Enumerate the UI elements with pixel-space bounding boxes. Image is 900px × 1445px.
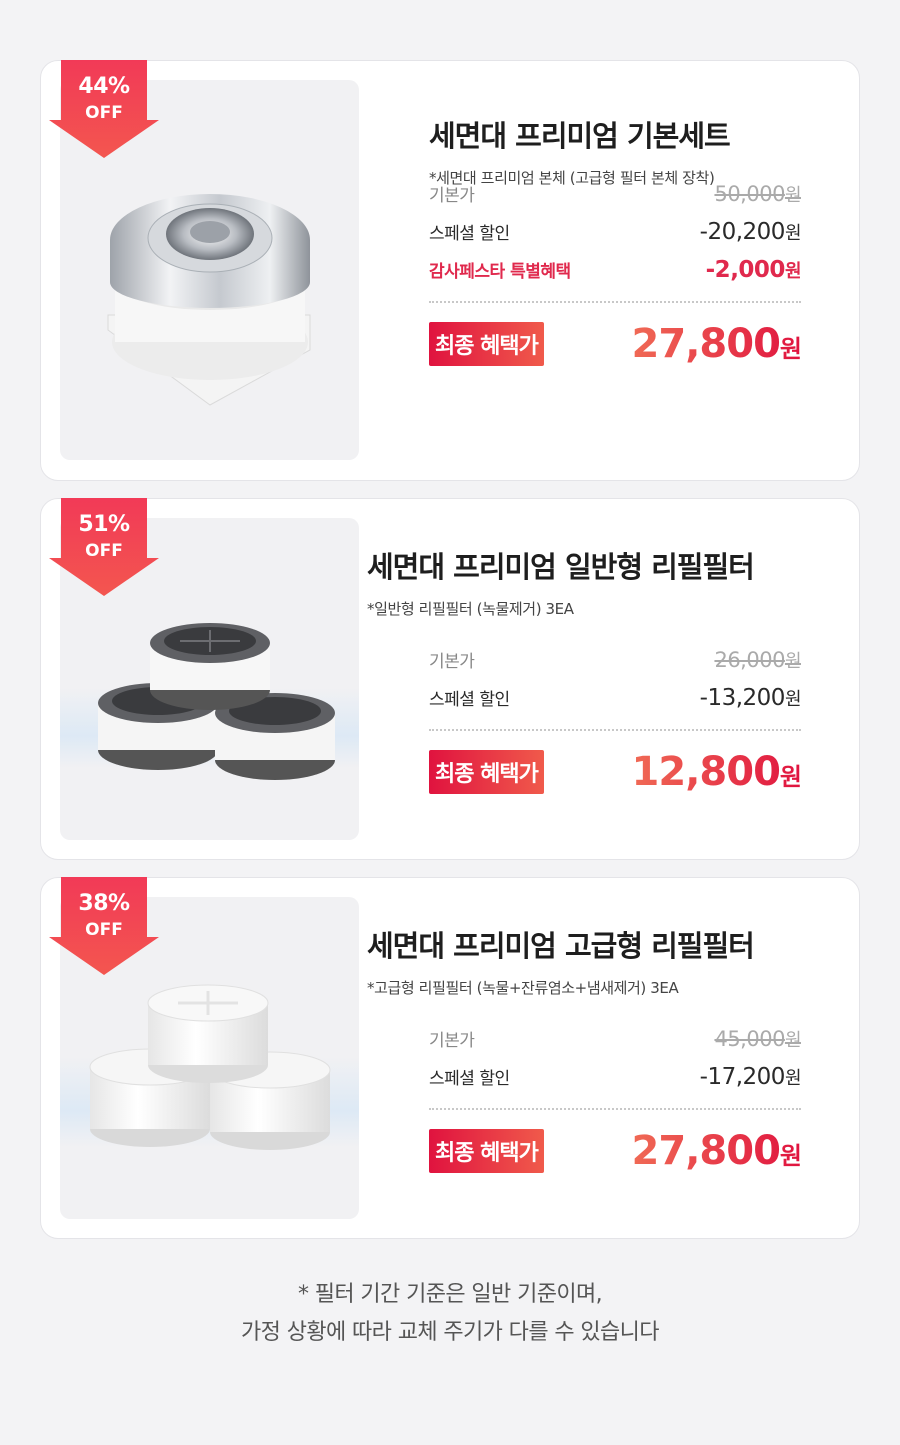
price-block: 기본가 26,000원 스페셜 할인 -13,200원 최종 혜택가 12,80… [429,647,802,795]
product-card-standard-refill[interactable]: 51% OFF 세면대 프리미엄 일반형 리필필터 *일반형 리필필터 (녹물제… [40,498,860,860]
product-title: 세면대 프리미엄 일반형 리필필터 [367,550,755,584]
discount-badge: 44% OFF [49,60,159,158]
product-info: 세면대 프리미엄 일반형 리필필터 *일반형 리필필터 (녹물제거) 3EA [367,544,801,619]
product-card-premium-refill[interactable]: 38% OFF 세면대 프리미엄 고급형 리필필터 *고급형 리필필터 (녹물+… [40,877,860,1239]
special-discount-row: 스페셜 할인 -17,200원 [429,1064,802,1102]
final-price-row: 최종 혜택가 27,800원 [429,321,801,367]
final-price-value: 12,800원 [631,749,801,795]
base-price-value: 50,000원 [714,182,801,206]
price-block: 기본가 45,000원 스페셜 할인 -17,200원 최종 혜택가 27,80… [429,1026,802,1174]
product-card-basic-set[interactable]: 44% OFF 세면대 프리미엄 기본세트 *세면대 프리미엄 본체 (고급형 … [40,60,860,481]
divider [429,729,801,731]
base-price-label: 기본가 [429,1031,475,1051]
footnote-line-2: 가정 상황에 따라 교체 주기가 다를 수 있습니다 [241,1320,660,1345]
discount-percent: 38% [78,891,130,916]
special-discount-row: 스페셜 할인 -13,200원 [429,685,802,723]
product-subtitle: *고급형 리필필터 (녹물+잔류염소+냄새제거) 3EA [367,979,679,997]
product-title: 세면대 프리미엄 고급형 리필필터 [367,929,755,963]
event-discount-label: 감사페스타 특별혜택 [429,262,571,282]
special-discount-value: -13,200원 [699,685,802,711]
base-price-row: 기본가 45,000원 [429,1026,802,1064]
divider [429,1108,801,1110]
product-info: 세면대 프리미엄 기본세트 *세면대 프리미엄 본체 (고급형 필터 본체 장착… [429,113,801,188]
product-subtitle: *일반형 리필필터 (녹물제거) 3EA [367,600,574,618]
base-price-value: 45,000원 [714,1027,801,1051]
special-discount-value: -17,200원 [699,1064,802,1090]
event-discount-row: 감사페스타 특별혜택 -2,000원 [429,257,802,295]
special-discount-label: 스페셜 할인 [429,1069,510,1089]
final-price-row: 최종 혜택가 27,800원 [429,1128,801,1174]
filter-top [150,623,270,710]
discount-percent: 44% [78,74,130,99]
discount-off-label: OFF [85,541,123,561]
final-price-label: 최종 혜택가 [429,1129,544,1173]
divider [429,301,801,303]
final-price-value: 27,800원 [631,1128,801,1174]
product-info: 세면대 프리미엄 고급형 리필필터 *고급형 리필필터 (녹물+잔류염소+냄새제… [367,923,801,998]
event-discount-value: -2,000원 [705,257,802,283]
footnote-line-1: * 필터 기간 기준은 일반 기준이며, [297,1282,603,1307]
base-price-row: 기본가 50,000원 [429,181,802,219]
product-title: 세면대 프리미엄 기본세트 [429,119,731,153]
base-price-label: 기본가 [429,186,475,206]
final-price-row: 최종 혜택가 12,800원 [429,749,801,795]
discount-badge: 51% OFF [49,498,159,596]
discount-off-label: OFF [85,920,123,940]
footnote: * 필터 기간 기준은 일반 기준이며, 가정 상황에 따라 교체 주기가 다를… [0,1276,900,1352]
special-discount-label: 스페셜 할인 [429,224,510,244]
base-price-label: 기본가 [429,652,475,672]
discount-badge: 38% OFF [49,877,159,975]
base-price-value: 26,000원 [714,648,801,672]
final-price-label: 최종 혜택가 [429,322,544,366]
price-block: 기본가 50,000원 스페셜 할인 -20,200원 감사페스타 특별혜택 -… [429,181,802,367]
special-discount-row: 스페셜 할인 -20,200원 [429,219,802,257]
discount-off-label: OFF [85,103,123,123]
final-price-label: 최종 혜택가 [429,750,544,794]
filter-top [147,984,269,1083]
final-price-value: 27,800원 [631,321,801,367]
base-price-row: 기본가 26,000원 [429,647,802,685]
discount-percent: 51% [78,512,130,537]
special-discount-value: -20,200원 [699,219,802,245]
special-discount-label: 스페셜 할인 [429,690,510,710]
